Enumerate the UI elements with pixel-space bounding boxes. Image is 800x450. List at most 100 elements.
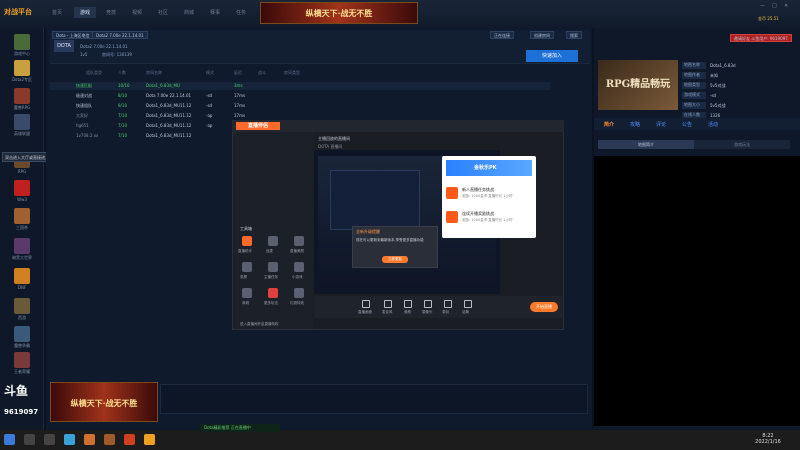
tool-icon[interactable] xyxy=(268,236,278,246)
cell: 17ms xyxy=(234,103,246,108)
info-row: 游戏模式 -sd xyxy=(682,92,794,100)
taskbar-notification[interactable]: Dota精彩推荐 正在直播中 xyxy=(200,424,280,432)
nav-tab-esports[interactable]: 竞技 xyxy=(106,9,116,16)
bottom-label: 摄像头 xyxy=(422,310,433,314)
sub-tab-gameplay[interactable]: 游戏玩法 xyxy=(694,140,790,149)
invite-button[interactable]: 邀请好友 斗鱼用户: 9619097 xyxy=(730,34,792,42)
nav-tab-video[interactable]: 视频 xyxy=(132,9,142,16)
cell: -ap xyxy=(206,123,213,128)
server-select[interactable]: Dota2 7.00e 22.1.14.01 xyxy=(92,31,148,39)
speaker-icon[interactable] xyxy=(464,300,472,308)
col-header[interactable]: 延迟 xyxy=(234,70,242,76)
app-icon[interactable] xyxy=(104,434,115,445)
windows-taskbar xyxy=(0,430,800,450)
promo-item-sub: 奖励: 1000金币 直播时长 1小时 xyxy=(462,194,513,198)
app-icon[interactable] xyxy=(124,434,135,445)
sidebar-label: 英雄联盟 xyxy=(14,131,30,136)
game-icon-2[interactable] xyxy=(14,60,30,76)
nav-tab-home[interactable]: 首页 xyxy=(52,9,62,16)
info-key: 地图名称 xyxy=(682,62,706,69)
windows-start-icon[interactable] xyxy=(4,434,15,445)
search-icon[interactable] xyxy=(24,434,35,445)
tool-icon[interactable] xyxy=(294,288,304,298)
tab-guide[interactable]: 攻略 xyxy=(630,121,640,128)
tool-icon[interactable] xyxy=(268,288,278,298)
game-icon-dnf[interactable] xyxy=(14,268,30,284)
nav-tab-shop[interactable]: 商城 xyxy=(184,9,194,16)
tool-label: 主播任务 xyxy=(264,275,278,279)
chat-bar[interactable] xyxy=(160,384,588,414)
sidebar-label: Dota2专区 xyxy=(11,77,33,82)
promo-item[interactable]: 连续开播奖励挑战 奖励: 1000金币 直播时长 2小时 xyxy=(446,208,532,228)
tool-icon[interactable] xyxy=(242,236,252,246)
table-row[interactable]: 大家好 7/10 Dota1_6.83d_MU11.12 -ap 17ms xyxy=(50,112,550,120)
col-header[interactable]: 模式 xyxy=(206,70,214,76)
tool-label: 商城 xyxy=(242,301,249,305)
tab-comments[interactable]: 评论 xyxy=(656,121,666,128)
col-header[interactable]: 房间名称 xyxy=(146,70,162,76)
promo-popup-title[interactable]: 金秋乐PK xyxy=(446,160,532,176)
microphone-icon[interactable] xyxy=(384,300,392,308)
tool-icon[interactable] xyxy=(294,236,304,246)
game-icon-11[interactable] xyxy=(14,326,30,342)
tool-icon[interactable] xyxy=(242,288,252,298)
update-now-button[interactable]: 立即更新 xyxy=(382,256,408,263)
nav-tab-tasks[interactable]: 任务 xyxy=(236,9,246,16)
task-view-icon[interactable] xyxy=(44,434,55,445)
cell: 10/10 xyxy=(118,83,130,88)
col-header[interactable]: 人数 xyxy=(118,70,126,76)
tab-events[interactable]: 活动 xyxy=(708,121,718,128)
sidebar-label: 三国杀 xyxy=(16,225,28,230)
fast-join-button[interactable]: 快速加入 xyxy=(526,50,578,62)
camera-icon[interactable] xyxy=(424,300,432,308)
col-header[interactable]: 战斗 xyxy=(258,70,266,76)
tool-icon[interactable] xyxy=(268,262,278,272)
cell: 极速对战 xyxy=(76,93,92,98)
game-icon-1[interactable] xyxy=(14,34,30,50)
tab-intro[interactable]: 简介 xyxy=(604,121,614,128)
table-row[interactable]: 极速对战 8/10 Dota 7.00e 22.1.14.01 -sd 17ms xyxy=(50,92,550,100)
tool-icon[interactable] xyxy=(242,262,252,272)
region-select[interactable]: Dota - 上海区电信 xyxy=(52,31,94,39)
game-icon-10[interactable] xyxy=(14,298,30,314)
sidebar-label: Ww3 xyxy=(17,197,27,202)
col-header[interactable]: 房间类型 xyxy=(284,70,300,76)
nav-tab-games[interactable]: 游戏 xyxy=(74,7,97,18)
browser-icon[interactable] xyxy=(64,434,75,445)
info-value: Dota1_6.83d xyxy=(710,63,736,68)
sub-tab-intro[interactable]: 地图简介 xyxy=(598,140,694,149)
top-banner-ad[interactable]: 纵横天下·战无不胜 xyxy=(260,2,418,24)
promo-item[interactable]: 新人直播任务挑战 奖励: 1000金币 直播时长 1小时 xyxy=(446,184,532,204)
cell: Dota1_6.83d_MU11.12 xyxy=(146,123,192,128)
minimize-button[interactable]: — xyxy=(760,3,765,9)
tool-icon[interactable] xyxy=(294,262,304,272)
search-button[interactable]: 搜索 xyxy=(566,31,582,39)
col-header[interactable]: 组队类型 xyxy=(86,70,102,76)
game-icon-12[interactable] xyxy=(14,352,30,368)
game-icon-4[interactable] xyxy=(14,114,30,130)
record-icon[interactable] xyxy=(444,300,452,308)
game-platform-icon[interactable] xyxy=(144,434,155,445)
sidebar-label: 王者荣耀 xyxy=(14,369,30,374)
app-icon[interactable] xyxy=(84,434,95,445)
update-dialog-text: 现在可以更新到最新版本,享受更多直播功能 xyxy=(356,238,424,242)
tab-notice[interactable]: 公告 xyxy=(682,121,692,128)
close-button[interactable]: ✕ xyxy=(784,3,788,9)
beauty-icon[interactable] xyxy=(404,300,412,308)
screen-icon[interactable] xyxy=(362,300,370,308)
table-row[interactable]: 快速组队 9/10 Dota1_6.83d_MU11.12 -sd 17ms xyxy=(50,102,550,110)
promo-item-title: 连续开播奖励挑战 xyxy=(462,211,494,216)
table-row[interactable]: 快速匹配 10/10 Dota1_6.83d_MU 3ms xyxy=(50,82,550,90)
game-icon-3[interactable] xyxy=(14,88,30,104)
maximize-button[interactable]: □ xyxy=(772,3,777,9)
nav-tab-events[interactable]: 赛事 xyxy=(210,9,220,16)
toolbox-label: 工具箱 xyxy=(240,226,252,231)
nav-tab-community[interactable]: 社区 xyxy=(158,9,168,16)
game-icon-7[interactable] xyxy=(14,208,30,224)
game-icon-ww3[interactable] xyxy=(14,180,30,196)
start-live-button[interactable]: 开始直播 xyxy=(530,302,558,312)
create-room-button[interactable]: 创建房间 xyxy=(530,31,554,39)
game-icon-8[interactable] xyxy=(14,238,30,254)
cell: 快速组队 xyxy=(76,103,92,108)
stream-control-bar xyxy=(314,296,562,318)
